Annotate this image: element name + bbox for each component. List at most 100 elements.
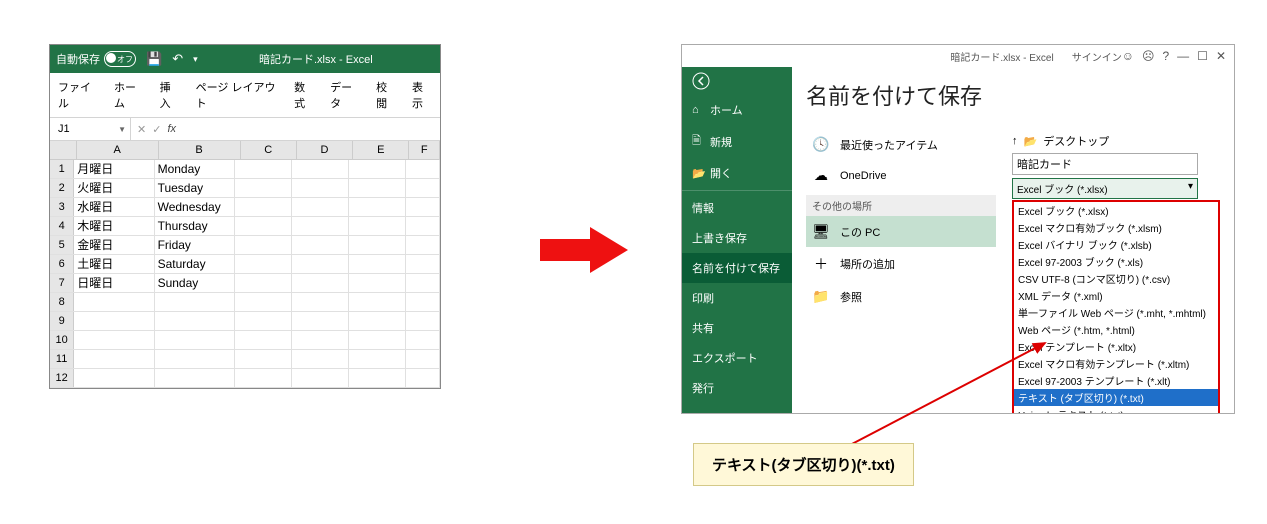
enter-icon[interactable]: ✓ [152, 123, 161, 136]
cell[interactable] [235, 274, 292, 292]
ribbon-tab[interactable]: 表示 [404, 73, 440, 117]
cell[interactable] [292, 236, 349, 254]
cell[interactable] [292, 255, 349, 273]
cell[interactable] [74, 369, 154, 387]
cell[interactable] [235, 331, 292, 349]
loc-recent[interactable]: 🕓最近使ったアイテム [806, 129, 996, 160]
loc-browse[interactable]: 📁参照 [806, 281, 996, 312]
fx-icon[interactable]: fx [167, 123, 176, 136]
cell[interactable] [292, 179, 349, 197]
nav-publish[interactable]: 発行 [682, 373, 792, 403]
cell[interactable] [235, 160, 292, 178]
cell[interactable]: Sunday [155, 274, 235, 292]
name-box[interactable]: J1 ▼ [50, 118, 131, 140]
row-header[interactable]: 2 [50, 179, 74, 197]
col-header[interactable]: E [353, 141, 409, 159]
cell[interactable] [155, 293, 235, 311]
cell[interactable] [406, 160, 440, 178]
cell[interactable]: 日曜日 [74, 274, 154, 292]
cell[interactable]: Saturday [155, 255, 235, 273]
ribbon-tab[interactable]: 数式 [286, 73, 322, 117]
up-icon[interactable]: ↑ [1012, 135, 1018, 147]
loc-thispc[interactable]: 🖥この PC [806, 216, 996, 247]
cell[interactable] [74, 350, 154, 368]
cell[interactable] [235, 312, 292, 330]
nav-open[interactable]: 📂開く [682, 158, 792, 188]
cell[interactable] [74, 312, 154, 330]
cell[interactable] [349, 350, 406, 368]
cell[interactable]: 木曜日 [74, 217, 154, 235]
cell[interactable] [406, 217, 440, 235]
cell[interactable] [235, 236, 292, 254]
filetype-option[interactable]: Web ページ (*.htm, *.html) [1014, 321, 1218, 338]
cell[interactable] [235, 369, 292, 387]
cell[interactable] [292, 217, 349, 235]
autosave[interactable]: 自動保存 オフ [56, 51, 136, 67]
nav-print[interactable]: 印刷 [682, 283, 792, 313]
cell[interactable] [292, 198, 349, 216]
col-header[interactable]: D [297, 141, 353, 159]
cell[interactable] [292, 331, 349, 349]
nav-save[interactable]: 上書き保存 [682, 223, 792, 253]
filetype-option[interactable]: 単一ファイル Web ページ (*.mht, *.mhtml) [1014, 304, 1218, 321]
cell[interactable] [349, 179, 406, 197]
row-header[interactable]: 3 [50, 198, 74, 216]
ribbon-tab[interactable]: ファイル [50, 73, 106, 117]
cell[interactable] [235, 255, 292, 273]
cell[interactable] [406, 331, 440, 349]
nav-new[interactable]: 🗎新規 [682, 125, 792, 158]
row-header[interactable]: 9 [50, 312, 74, 330]
ribbon-tab[interactable]: ホーム [106, 73, 152, 117]
cell[interactable]: 月曜日 [74, 160, 154, 178]
cell[interactable] [235, 217, 292, 235]
filetype-option[interactable]: CSV UTF-8 (コンマ区切り) (*.csv) [1014, 270, 1218, 287]
loc-onedrive[interactable]: ☁OneDrive [806, 160, 996, 191]
cell[interactable] [292, 160, 349, 178]
row-header[interactable]: 12 [50, 369, 74, 387]
help-icon[interactable]: ? [1162, 49, 1169, 63]
cell[interactable]: 土曜日 [74, 255, 154, 273]
filetype-option[interactable]: Excel バイナリ ブック (*.xlsb) [1014, 236, 1218, 253]
col-header[interactable]: A [77, 141, 159, 159]
cell[interactable] [349, 255, 406, 273]
cell[interactable] [406, 312, 440, 330]
cell[interactable] [349, 312, 406, 330]
ribbon-tab[interactable]: データ [322, 73, 368, 117]
filetype-option[interactable]: Excel 97-2003 テンプレート (*.xlt) [1014, 372, 1218, 389]
cell[interactable] [349, 293, 406, 311]
cell[interactable] [155, 369, 235, 387]
nav-share[interactable]: 共有 [682, 313, 792, 343]
nav-home[interactable]: ⌂ホーム [682, 95, 792, 125]
autosave-toggle[interactable]: オフ [104, 51, 136, 67]
nav-saveas[interactable]: 名前を付けて保存 [682, 253, 792, 283]
cell[interactable] [349, 274, 406, 292]
face-icon[interactable]: ☺ [1122, 49, 1134, 63]
cancel-icon[interactable]: ✕ [137, 123, 146, 136]
cell[interactable]: Friday [155, 236, 235, 254]
cell[interactable] [406, 198, 440, 216]
cell[interactable] [155, 350, 235, 368]
chevron-down-icon[interactable]: ▼ [118, 125, 126, 134]
cell[interactable] [406, 255, 440, 273]
filetype-option[interactable]: XML データ (*.xml) [1014, 287, 1218, 304]
nav-export[interactable]: エクスポート [682, 343, 792, 373]
ribbon-tab[interactable]: 挿入 [152, 73, 188, 117]
path-label[interactable]: デスクトップ [1043, 133, 1109, 149]
minimize-icon[interactable]: — [1177, 49, 1189, 63]
cell[interactable] [74, 293, 154, 311]
row-header[interactable]: 8 [50, 293, 74, 311]
row-header[interactable]: 6 [50, 255, 74, 273]
undo-icon[interactable]: ↶ [172, 51, 183, 67]
cell[interactable] [349, 217, 406, 235]
save-icon[interactable]: 💾 [146, 51, 162, 67]
cell[interactable] [406, 274, 440, 292]
cell[interactable] [235, 293, 292, 311]
row-header[interactable]: 11 [50, 350, 74, 368]
cell[interactable]: Tuesday [155, 179, 235, 197]
filetype-option[interactable]: Excel マクロ有効テンプレート (*.xltm) [1014, 355, 1218, 372]
loc-addplace[interactable]: ＋場所の追加 [806, 247, 996, 281]
col-header[interactable]: B [159, 141, 241, 159]
cell[interactable]: Monday [155, 160, 235, 178]
filetype-option[interactable]: Excel マクロ有効ブック (*.xlsm) [1014, 219, 1218, 236]
cell[interactable]: 火曜日 [74, 179, 154, 197]
